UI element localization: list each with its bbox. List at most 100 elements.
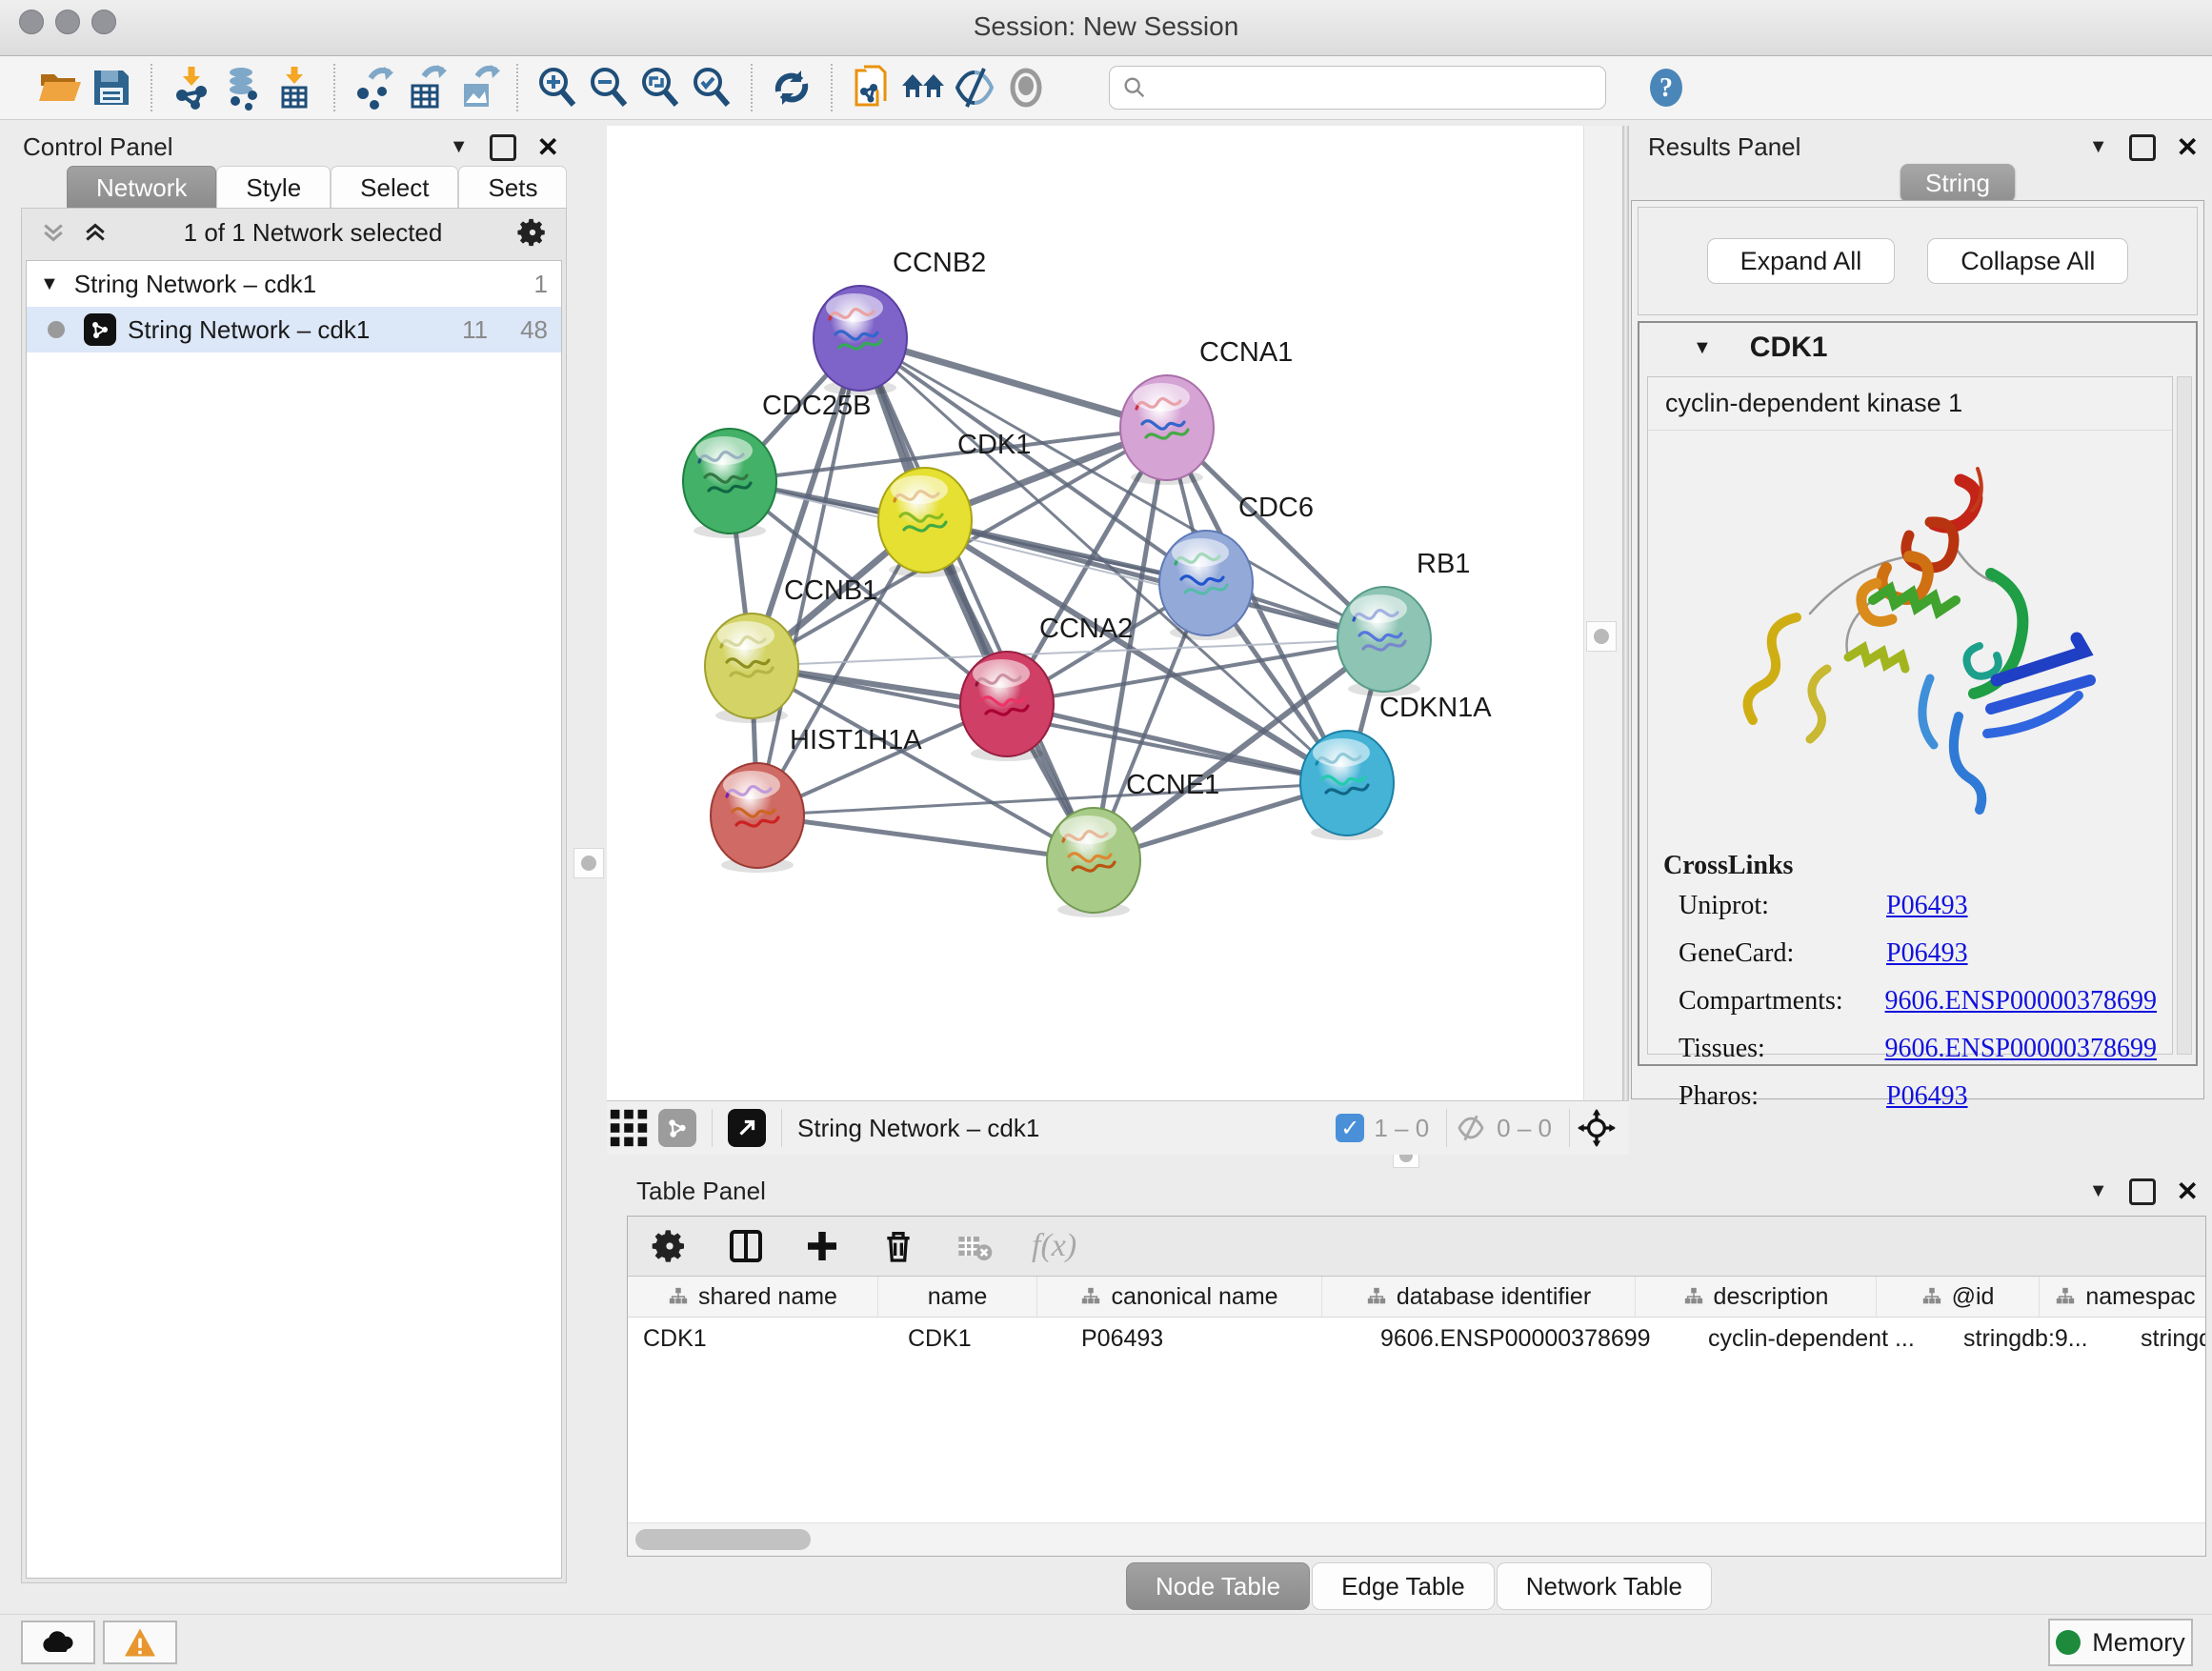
node-RB1[interactable]: RB1: [1337, 549, 1470, 696]
import-network-database-button[interactable]: [217, 62, 269, 113]
string-labels-button[interactable]: [1000, 62, 1052, 113]
tab-select[interactable]: Select: [331, 166, 458, 210]
import-network-file-button[interactable]: [166, 62, 217, 113]
export-image-button[interactable]: [452, 62, 503, 113]
table-menu-icon[interactable]: ▼: [2089, 1180, 2108, 1202]
node-CDKN1A[interactable]: CDKN1A: [1300, 693, 1492, 840]
tab-network[interactable]: Network: [67, 166, 216, 210]
export-table-button[interactable]: [400, 62, 452, 113]
panel-float-icon[interactable]: [490, 134, 516, 161]
table-float-icon[interactable]: [2129, 1178, 2156, 1205]
string-home-button[interactable]: [897, 62, 949, 113]
gear-icon[interactable]: [516, 216, 549, 249]
table-cell[interactable]: CDK1: [893, 1318, 1066, 1359]
expand-all-button[interactable]: Expand All: [1707, 238, 1896, 284]
tab-style[interactable]: Style: [216, 166, 331, 210]
right-splitter-handle[interactable]: [1586, 621, 1617, 652]
crosslink-link[interactable]: 9606.ENSP00000378699: [1885, 1034, 2157, 1064]
column-header-name[interactable]: name: [878, 1277, 1037, 1317]
edge-HIST1H1A-CCNE1[interactable]: [757, 815, 1094, 860]
table-cell[interactable]: 9606.ENSP00000378699: [1365, 1318, 1693, 1359]
delete-column-icon[interactable]: [879, 1227, 917, 1265]
entry-expander-icon[interactable]: ▼: [1693, 337, 1712, 359]
table-cell[interactable]: stringdb:9...: [1948, 1318, 2125, 1359]
search-input[interactable]: [1148, 73, 1594, 102]
add-column-icon[interactable]: [803, 1227, 841, 1265]
network-collection-row[interactable]: ▼ String Network – cdk1 1: [27, 261, 561, 307]
function-builder-icon[interactable]: f(x): [1032, 1228, 1076, 1264]
search-box[interactable]: [1109, 66, 1606, 110]
results-float-icon[interactable]: [2129, 134, 2156, 161]
save-session-button[interactable]: [86, 62, 137, 113]
collapse-all-button[interactable]: Collapse All: [1927, 238, 2128, 284]
results-scrollbar[interactable]: [2177, 376, 2192, 1055]
warnings-button[interactable]: [103, 1621, 177, 1664]
table-cell[interactable]: stringdb: [2125, 1318, 2205, 1359]
table-hscroll-thumb[interactable]: [635, 1529, 811, 1550]
crosslink-label: Compartments:: [1679, 986, 1885, 1017]
delete-table-icon[interactable]: [955, 1227, 994, 1265]
zoom-fit-button[interactable]: [634, 62, 686, 113]
export-network-button[interactable]: [349, 62, 400, 113]
open-session-button[interactable]: [34, 62, 86, 113]
select-columns-icon[interactable]: [727, 1227, 765, 1265]
zoom-selected-button[interactable]: [686, 62, 737, 113]
results-close-icon[interactable]: ✕: [2177, 131, 2199, 163]
column-header-shared-name[interactable]: shared name: [628, 1277, 878, 1317]
crosslink-link[interactable]: P06493: [1886, 1081, 1968, 1112]
column-header--id[interactable]: @id: [1877, 1277, 2040, 1317]
tab-network-table[interactable]: Network Table: [1497, 1562, 1712, 1610]
panel-close-icon[interactable]: ✕: [537, 131, 559, 163]
collection-expander-icon[interactable]: ▼: [40, 273, 59, 295]
string-glass-effect-button[interactable]: [949, 62, 1000, 113]
tab-sets[interactable]: Sets: [458, 166, 567, 210]
crosslink-row: Pharos:P06493: [1679, 1081, 2157, 1112]
tab-edge-table[interactable]: Edge Table: [1312, 1562, 1495, 1610]
refresh-view-button[interactable]: [766, 62, 817, 113]
crosslink-link[interactable]: 9606.ENSP00000378699: [1885, 986, 2157, 1017]
selected-indicator-checkbox[interactable]: ✓: [1336, 1114, 1364, 1142]
table-close-icon[interactable]: ✕: [2177, 1176, 2199, 1207]
tab-string[interactable]: String: [1900, 164, 2015, 202]
help-button[interactable]: ?: [1640, 62, 1692, 113]
node-table[interactable]: shared namenamecanonical namedatabase id…: [628, 1276, 2205, 1522]
import-table-file-button[interactable]: [269, 62, 320, 113]
show-grid-button[interactable]: [607, 1102, 651, 1154]
table-cell[interactable]: cyclin-dependent ...: [1693, 1318, 1948, 1359]
tab-node-table[interactable]: Node Table: [1126, 1562, 1310, 1610]
crosslink-link[interactable]: P06493: [1886, 891, 1968, 921]
crosslink-link[interactable]: P06493: [1886, 938, 1968, 969]
detach-view-button[interactable]: [728, 1109, 766, 1147]
network-row[interactable]: String Network – cdk1 11 48: [27, 307, 561, 352]
panel-menu-icon[interactable]: ▼: [450, 136, 469, 158]
memory-button[interactable]: Memory: [2048, 1619, 2193, 1666]
cloud-status-button[interactable]: [21, 1621, 95, 1664]
left-splitter-handle[interactable]: [573, 848, 604, 878]
column-header-description[interactable]: description: [1636, 1277, 1877, 1317]
column-header-namespac[interactable]: namespac: [2040, 1277, 2205, 1317]
collapse-all-icon[interactable]: [39, 218, 68, 247]
string-query-button[interactable]: [846, 62, 897, 113]
network-canvas[interactable]: CCNB2CCNA1CDC25BCDK1CDC6RB1CCNB1CCNA2CDK…: [607, 126, 1583, 1100]
column-header-database-identifier[interactable]: database identifier: [1322, 1277, 1636, 1317]
birds-eye-view-icon[interactable]: [1578, 1109, 1616, 1147]
zoom-in-button[interactable]: [532, 62, 583, 113]
table-hscrollbar[interactable]: [628, 1522, 2205, 1556]
expand-all-icon[interactable]: [81, 218, 110, 247]
network-tree: ▼ String Network – cdk1 1 String Network…: [26, 260, 562, 1579]
node-CDC6[interactable]: CDC6: [1159, 493, 1314, 640]
table-cell[interactable]: P06493: [1066, 1318, 1365, 1359]
edge-CDK1-RB1[interactable]: [925, 520, 1384, 639]
table-gear-icon[interactable]: [651, 1227, 689, 1265]
column-header-canonical-name[interactable]: canonical name: [1037, 1277, 1322, 1317]
edge-CCNB2-CCNE1[interactable]: [860, 338, 1094, 860]
crosslinks-title: CrossLinks: [1663, 851, 2157, 881]
node-HIST1H1A[interactable]: HIST1H1A: [711, 725, 922, 873]
node-CCNE1[interactable]: CCNE1: [1047, 770, 1219, 917]
node-CDC25B[interactable]: CDC25B: [683, 391, 871, 538]
zoom-out-button[interactable]: [583, 62, 634, 113]
table-cell[interactable]: CDK1: [628, 1318, 893, 1359]
table-row[interactable]: CDK1CDK1P064939606.ENSP00000378699cyclin…: [628, 1318, 2205, 1359]
node-CCNA1[interactable]: CCNA1: [1120, 337, 1293, 485]
results-menu-icon[interactable]: ▼: [2089, 136, 2108, 158]
